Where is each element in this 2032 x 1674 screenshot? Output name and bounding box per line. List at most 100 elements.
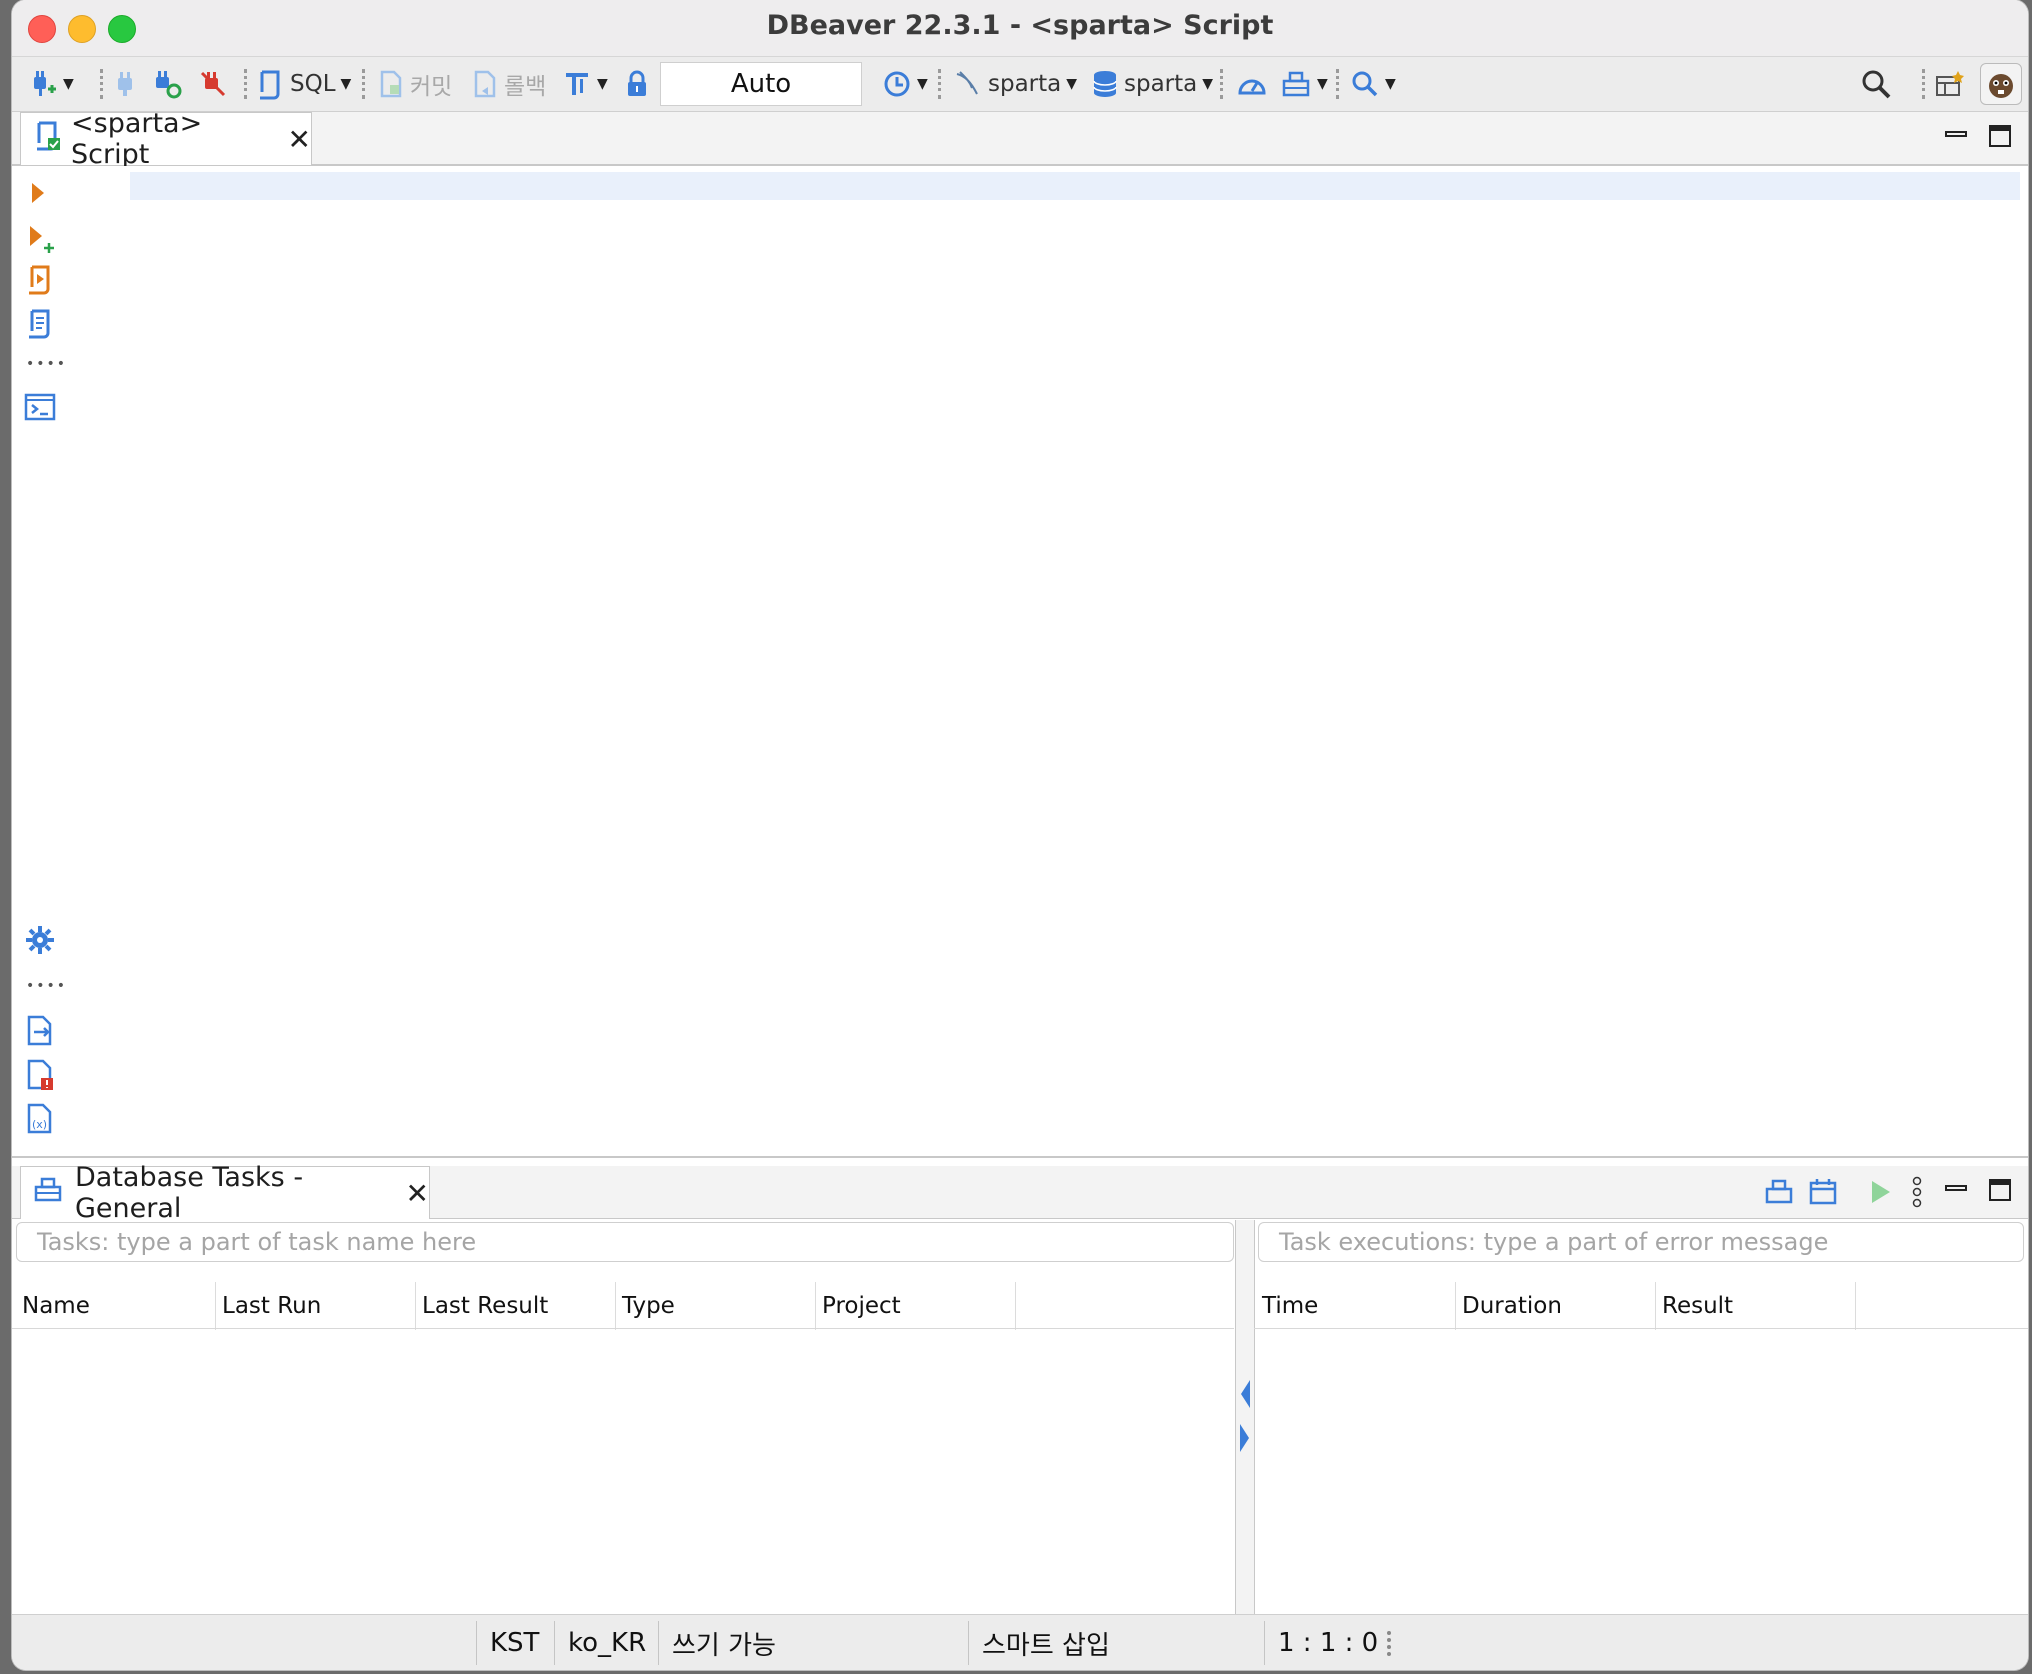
chevron-down-icon: ▼: [917, 76, 928, 92]
datasource-label: sparta: [988, 71, 1062, 97]
tasks-button[interactable]: ▼: [1280, 65, 1328, 103]
tab-title: <sparta> Script: [71, 108, 203, 170]
connect-button[interactable]: [112, 65, 138, 103]
tasks-icon: [1282, 71, 1310, 97]
reconnect-button[interactable]: [152, 65, 182, 103]
tab-sparta-script[interactable]: <sparta> Script ✕: [20, 108, 312, 170]
tasks-filter-input[interactable]: Tasks: type a part of task name here: [16, 1222, 1234, 1262]
column-header-duration[interactable]: Duration: [1456, 1282, 1656, 1330]
maximize-icon[interactable]: [1988, 1178, 2012, 1202]
rollback-label: 롤백: [504, 74, 547, 100]
plug-refresh-icon: [156, 71, 182, 99]
column-header-time[interactable]: Time: [1256, 1282, 1456, 1330]
dashboard-button[interactable]: [1236, 65, 1268, 103]
explain-plan-icon[interactable]: [24, 308, 56, 342]
toolbar-separator: [1922, 69, 1927, 99]
lock-button[interactable]: [624, 65, 650, 103]
column-header-type[interactable]: Type: [616, 1282, 816, 1330]
task-schedule-icon[interactable]: [1808, 1176, 1838, 1206]
more-vertical-icon[interactable]: [1910, 1176, 1924, 1208]
toolbar-separator: [362, 69, 367, 99]
executions-filter-input[interactable]: Task executions: type a part of error me…: [1258, 1222, 2024, 1262]
active-datasource-selector[interactable]: sparta ▼: [954, 65, 1077, 103]
run-task-icon[interactable]: [1866, 1178, 1894, 1206]
column-header-last-run[interactable]: Last Run: [216, 1282, 416, 1330]
chevron-down-icon: ▼: [1066, 76, 1078, 92]
plug-disconnect-icon: [200, 71, 226, 97]
toolbar-separator: [244, 69, 249, 99]
minimize-icon[interactable]: [1944, 1178, 1968, 1202]
transaction-mode-field[interactable]: Auto: [660, 62, 862, 106]
more-vertical-icon[interactable]: [1384, 1629, 1394, 1659]
close-icon[interactable]: ✕: [288, 123, 311, 156]
status-bar: KST ko_KR 쓰기 가능 스마트 삽입 1 : 1 : 0: [12, 1614, 2028, 1670]
column-header-project[interactable]: Project: [816, 1282, 1016, 1330]
status-separator: [1264, 1621, 1265, 1665]
database-icon: [1093, 71, 1117, 97]
variables-icon[interactable]: (x): [24, 1102, 56, 1136]
column-header-last-result[interactable]: Last Result: [416, 1282, 616, 1330]
terminal-icon[interactable]: [24, 392, 56, 422]
chevron-down-icon: ▼: [63, 76, 74, 92]
panel-splitter[interactable]: [1235, 1220, 1255, 1614]
sql-editor-area[interactable]: •••• •••• (x): [12, 166, 2028, 1158]
toolbar-separator: ••••: [26, 356, 68, 372]
table-header-divider: [12, 1328, 1234, 1329]
column-header-name[interactable]: Name: [16, 1282, 216, 1330]
sql-script-icon: [33, 120, 63, 159]
chevron-right-icon[interactable]: [1238, 1422, 1252, 1454]
close-icon[interactable]: ✕: [406, 1177, 429, 1210]
transaction-mode-button[interactable]: ▼: [564, 65, 608, 103]
open-perspective-button[interactable]: [1934, 65, 1966, 103]
status-separator: [968, 1621, 969, 1665]
rollback-icon: [474, 70, 496, 98]
sql-editor-button[interactable]: SQL ▼: [256, 65, 351, 103]
status-insert-mode: 스마트 삽입: [982, 1630, 1110, 1661]
beaver-logo-icon: [1989, 74, 2013, 98]
query-history-button[interactable]: ▼: [882, 65, 928, 103]
tab-database-tasks[interactable]: Database Tasks - General ✕: [20, 1162, 430, 1224]
status-separator: [554, 1621, 555, 1665]
commit-icon: [380, 70, 402, 98]
execute-statement-icon[interactable]: [24, 178, 52, 208]
active-schema-selector[interactable]: sparta ▼: [1092, 65, 1213, 103]
output-export-icon[interactable]: [24, 1014, 56, 1048]
dbeaver-perspective-avatar[interactable]: [1980, 63, 2022, 105]
commit-button[interactable]: 커밋: [378, 65, 452, 103]
editor-side-toolbar: •••• •••• (x): [12, 166, 132, 1156]
sql-label: SQL: [290, 71, 336, 97]
current-line-highlight[interactable]: [130, 172, 2020, 200]
chevron-left-icon[interactable]: [1238, 1378, 1252, 1410]
minimize-icon[interactable]: [1944, 124, 1968, 148]
table-header-divider: [1254, 1328, 2028, 1329]
chevron-down-icon: ▼: [1317, 76, 1328, 92]
status-separator: [658, 1621, 659, 1665]
dbeaver-window: DBeaver 22.3.1 - <sparta> Script ▼ SQL ▼…: [12, 0, 2028, 1670]
execute-script-icon[interactable]: [24, 264, 56, 298]
chevron-down-icon: ▼: [340, 76, 352, 92]
rollback-button[interactable]: 롤백: [472, 65, 546, 103]
transaction-mode-icon: [566, 73, 588, 95]
commit-label: 커밋: [410, 74, 453, 100]
gear-icon[interactable]: [24, 924, 56, 956]
execute-new-tab-icon[interactable]: [24, 222, 56, 256]
global-search-button[interactable]: [1860, 65, 1892, 103]
error-log-icon[interactable]: [24, 1058, 56, 1092]
plug-add-icon: [34, 71, 56, 96]
editor-tab-bar: <sparta> Script ✕: [12, 108, 2028, 170]
disconnect-button[interactable]: [198, 65, 228, 103]
search-dropdown-button[interactable]: ▼: [1350, 65, 1396, 103]
panel-tab-title: Database Tasks - General: [75, 1162, 304, 1224]
toolbar-separator: [938, 69, 943, 99]
status-locale: ko_KR: [568, 1628, 647, 1658]
status-separator: [476, 1621, 477, 1665]
column-header-result[interactable]: Result: [1656, 1282, 1856, 1330]
toolbar-separator: [1336, 69, 1341, 99]
maximize-icon[interactable]: [1988, 124, 2012, 148]
main-toolbar: ▼ SQL ▼ 커밋 롤백 ▼ Auto ▼ sparta ▼ sparta ▼…: [12, 57, 2028, 112]
new-connection-button[interactable]: ▼: [28, 65, 74, 103]
status-timezone: KST: [490, 1628, 540, 1658]
tasks-icon: [33, 1176, 63, 1211]
create-task-icon[interactable]: [1764, 1178, 1794, 1206]
search-icon: [1862, 70, 1891, 99]
